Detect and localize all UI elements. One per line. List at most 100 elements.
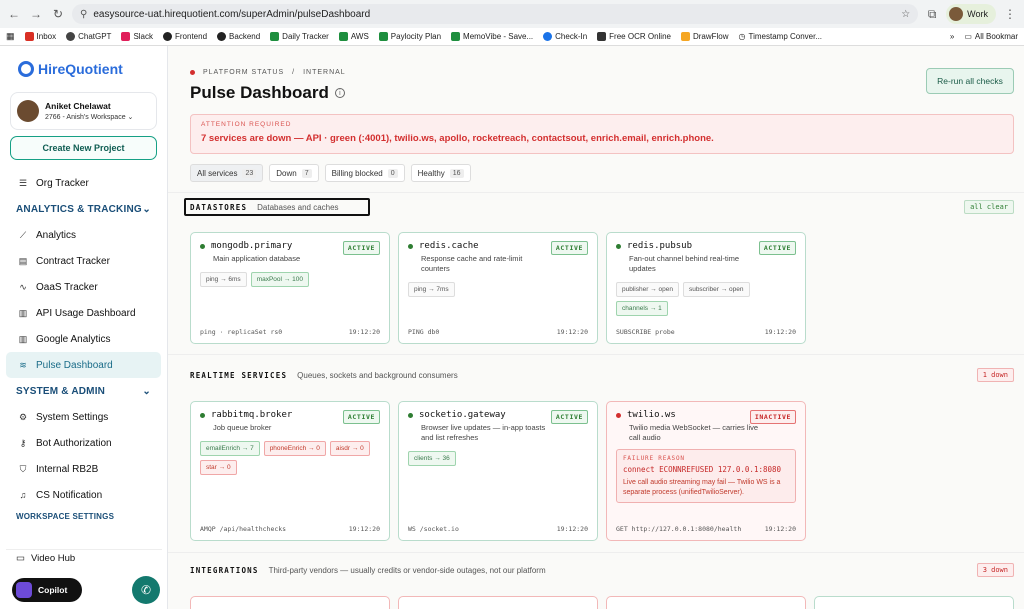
document-icon: ▤	[18, 255, 28, 266]
reload-icon[interactable]: ↻	[50, 6, 66, 22]
service-card[interactable]	[814, 596, 1014, 609]
bookmark-drawflow[interactable]: DrawFlow	[680, 32, 729, 41]
copilot-button[interactable]: Copilot	[12, 578, 82, 602]
sidebar-item-org-tracker[interactable]: ☰ Org Tracker	[6, 170, 161, 196]
phone-icon: ✆	[140, 583, 152, 597]
bookmarks-bar: ▦ Inbox ChatGPT Slack Frontend Backend D…	[0, 28, 1024, 46]
profile-button[interactable]: Work	[946, 4, 996, 24]
probe-label: AMQP /api/healthchecks	[200, 525, 287, 533]
zoom-icon	[543, 32, 553, 41]
probe-label: SUBSCRIBE probe	[616, 328, 675, 336]
bookmark-frontend[interactable]: Frontend	[163, 32, 207, 41]
service-card[interactable]	[398, 596, 598, 609]
service-card-socketio[interactable]: socketio.gateway Browser live updates — …	[398, 401, 598, 541]
sidebar-item-internal-rb2b[interactable]: ⛉ Internal RB2B	[6, 456, 161, 482]
info-icon[interactable]: i	[334, 88, 345, 98]
section-integrations: INTEGRATIONS Third-party vendors — usual…	[190, 562, 1014, 578]
section-workspace[interactable]: WORKSPACE SETTINGS	[6, 508, 161, 520]
create-project-button[interactable]: Create New Project	[10, 136, 157, 160]
gear-icon: ⚙	[18, 411, 28, 422]
bookmark-star-icon[interactable]: ☆	[901, 9, 910, 20]
chatgpt-icon	[66, 32, 76, 41]
sidebar-item-analytics[interactable]: ⟋ Analytics	[6, 222, 161, 248]
sheet-icon	[378, 32, 388, 41]
clock-icon: ◷	[738, 32, 746, 41]
chevron-down-icon[interactable]: ⌄	[128, 114, 134, 121]
bookmark-memovibe[interactable]: MemoVibe - Save...	[451, 32, 533, 41]
status-badge: ACTIVE	[550, 410, 588, 424]
bookmark-paylocity[interactable]: Paylocity Plan	[378, 32, 441, 41]
breadcrumb: PLATFORM STATUS / INTERNAL	[190, 69, 346, 76]
menu-icon[interactable]: ⋮	[1002, 6, 1018, 22]
service-card-redis-pubsub[interactable]: redis.pubsub Fan-out channel behind real…	[606, 232, 806, 344]
sheet-icon	[451, 32, 461, 41]
service-card[interactable]	[606, 596, 806, 609]
chevron-down-icon: ⌄	[142, 385, 151, 397]
service-card[interactable]	[190, 596, 390, 609]
bookmark-slack[interactable]: Slack	[121, 32, 153, 41]
extensions-icon[interactable]: ⧉	[924, 6, 940, 22]
sidebar-item-pulse-dashboard[interactable]: ≋ Pulse Dashboard	[6, 352, 161, 378]
sidebar-item-google-analytics[interactable]: ▥ Google Analytics	[6, 326, 161, 352]
section-realtime: REALTIME SERVICES Queues, sockets and ba…	[190, 367, 1014, 383]
service-card-twilio[interactable]: twilio.ws Twilio media WebSocket — carri…	[606, 401, 806, 541]
service-card-mongodb[interactable]: mongodb.primary Main application databas…	[190, 232, 390, 344]
all-bookmarks[interactable]: ▭ All Bookmar	[964, 32, 1018, 41]
attention-banner: ATTENTION REQUIRED 7 services are down —…	[190, 114, 1014, 154]
status-badge: 3 down	[976, 563, 1014, 577]
copilot-icon	[16, 582, 32, 598]
sidebar-item-video-hub[interactable]: ▭ Video Hub	[6, 549, 162, 567]
divider	[168, 552, 1024, 553]
filter-down[interactable]: Down 7	[269, 164, 319, 182]
metric-chip: star → 0	[200, 460, 237, 476]
service-card-redis-cache[interactable]: redis.cache Response cache and rate-limi…	[398, 232, 598, 344]
forward-icon[interactable]: →	[28, 6, 44, 22]
timestamp: 19:12:20	[348, 525, 380, 533]
apps-icon[interactable]: ▦	[6, 31, 15, 42]
user-card[interactable]: Aniket Chelawat 2766 - Anish's Workspace…	[10, 92, 157, 130]
bookmarks-more[interactable]: »	[950, 32, 954, 41]
divider	[168, 354, 1024, 355]
count-badge: 0	[387, 168, 398, 178]
filter-all[interactable]: All services 23	[190, 164, 264, 182]
section-analytics[interactable]: ANALYTICS & TRACKING ⌄	[6, 196, 161, 222]
filter-healthy[interactable]: Healthy 16	[410, 164, 471, 182]
github-icon	[163, 32, 172, 41]
service-desc: Job queue broker	[213, 423, 272, 432]
service-card-rabbitmq[interactable]: rabbitmq.broker Job queue broker ACTIVE …	[190, 401, 390, 541]
url-text: easysource-uat.hirequotient.com/superAdm…	[93, 8, 371, 20]
service-name: redis.cache	[419, 241, 479, 251]
bookmark-check-in[interactable]: Check-In	[543, 32, 587, 41]
address-bar[interactable]: ⚲ easysource-uat.hirequotient.com/superA…	[72, 4, 919, 24]
section-system[interactable]: SYSTEM & ADMIN ⌄	[6, 378, 161, 404]
sidebar-item-bot-authorization[interactable]: ⚷ Bot Authorization	[6, 430, 161, 456]
bookmark-inbox[interactable]: Inbox	[24, 32, 56, 41]
sidebar-item-contract-tracker[interactable]: ▤ Contract Tracker	[6, 248, 161, 274]
metric-chip: ping → 7ms	[408, 282, 455, 298]
filter-billing-blocked[interactable]: Billing blocked 0	[324, 164, 405, 182]
bookmark-timestamp[interactable]: ◷ Timestamp Conver...	[739, 32, 823, 41]
site-info-icon[interactable]: ⚲	[80, 9, 87, 20]
count-badge: 23	[242, 168, 257, 178]
sidebar-item-oaas-tracker[interactable]: ∿ OaaS Tracker	[6, 274, 161, 300]
metric-chip: publisher → open	[616, 282, 679, 298]
divider	[168, 192, 1024, 193]
logo[interactable]: HireQuotient	[6, 46, 161, 92]
highlight-box	[184, 198, 370, 216]
sidebar-item-api-usage[interactable]: ▥ API Usage Dashboard	[6, 300, 161, 326]
bell-icon: ♫	[19, 490, 27, 500]
rerun-checks-button[interactable]: Re-run all checks	[926, 68, 1014, 94]
sidebar-item-cs-notification[interactable]: ♫ CS Notification	[6, 482, 161, 508]
sidebar-item-system-settings[interactable]: ⚙ System Settings	[6, 404, 161, 430]
metric-chip: emailEnrich → 7	[200, 441, 260, 457]
folder-icon: ▭	[964, 32, 972, 41]
phone-button[interactable]: ✆	[132, 576, 160, 604]
back-icon[interactable]: ←	[6, 6, 22, 22]
bookmark-aws[interactable]: AWS	[338, 32, 369, 41]
bookmark-ocr[interactable]: Free OCR Online	[597, 32, 671, 41]
bookmark-backend[interactable]: Backend	[217, 32, 260, 41]
status-badge: ACTIVE	[342, 241, 380, 255]
bookmark-chatgpt[interactable]: ChatGPT	[66, 32, 111, 41]
bookmark-daily-tracker[interactable]: Daily Tracker	[270, 32, 329, 41]
metric-chip: clients → 36	[408, 451, 456, 467]
